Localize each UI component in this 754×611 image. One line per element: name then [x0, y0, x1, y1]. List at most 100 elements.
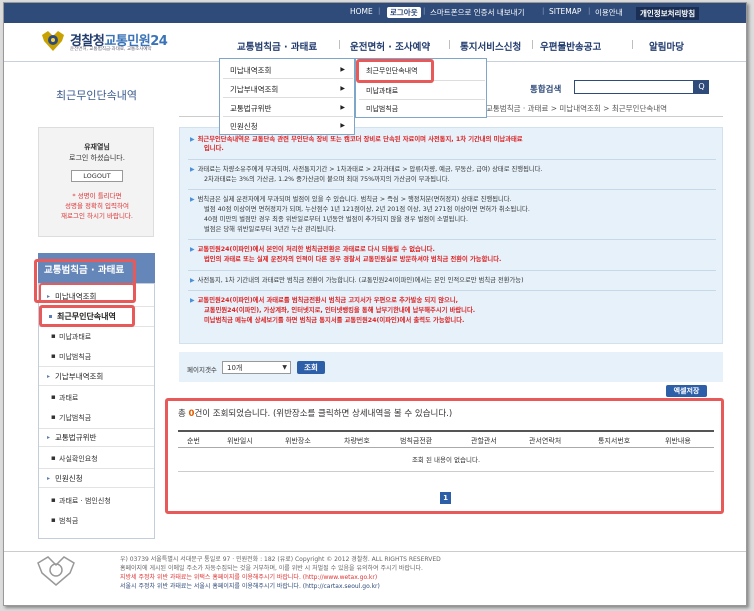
- page-size-select[interactable]: 10개 ▼: [222, 361, 291, 374]
- login-warning: 재로그인 하시기 바랍니다.: [61, 212, 133, 220]
- chevron-right-icon: ▶: [340, 66, 345, 73]
- chevron-down-icon: ▼: [282, 364, 287, 371]
- gnb-fines[interactable]: 교통범칙금 · 과태료: [237, 39, 317, 53]
- sidebar-item-unpaid-penalty[interactable]: 미납범칙금: [59, 352, 91, 362]
- gnb-notify[interactable]: 통지서비스신청: [460, 39, 521, 53]
- chevron-right-icon: ▶: [340, 85, 345, 92]
- bullet-icon: ▪: [51, 413, 56, 421]
- footer-seoul-notice: 서울시 주정차 위반 과태료는 서울시 홈페이지를 이용해주시기 바랍니다. (…: [120, 583, 380, 590]
- gnb-return-mail[interactable]: 우편물반송공고: [540, 39, 601, 53]
- sidebar-item-unpaid-fine[interactable]: 미납과태료: [59, 332, 91, 342]
- login-status-box: 유재열님 로그인 하셨습니다. LOGOUT * 성명이 틀리다면 성명을 정확…: [38, 127, 154, 237]
- breadcrumb: 교통범칙금 · 과태료 > 미납내역조회 > 최근무인단속내역: [486, 104, 668, 113]
- notice-text: 입니다.: [204, 145, 224, 152]
- sidebar-item-request[interactable]: 민원신청: [55, 473, 83, 484]
- sidebar-item-penalty-request[interactable]: 범칙금: [59, 516, 78, 526]
- sidebar-item-violation[interactable]: 교통법규위반: [55, 432, 96, 443]
- divider: [39, 385, 154, 386]
- privacy-link[interactable]: 개인정보처리방침: [636, 7, 700, 20]
- notice-text: 교통민원24(이파인), 가상계좌, 인터넷지로, 인터넷뱅킹을 통해 납부기한…: [204, 307, 476, 314]
- sidebar-item-paid-fine[interactable]: 과태료: [59, 393, 78, 403]
- notice-text: ▶ 과태료는 차량소유주에게 부과되며, 사전통지기간 > 1차과태료 > 2차과…: [190, 166, 543, 173]
- divider: |: [448, 40, 452, 50]
- gnb-dropdown-menu: 미납내역조회 ▶ 기납부내역조회 ▶ 교통법규위반 ▶ 민원신청 ▶: [219, 58, 355, 135]
- guide-link[interactable]: 이용안내: [595, 7, 623, 18]
- search-button[interactable]: 조회: [297, 361, 325, 374]
- chevron-right-icon: ▸: [47, 434, 51, 441]
- divider: |: [631, 40, 635, 50]
- notice-text: ▶ 범칙금은 실제 운전자에게 부과되며 벌점이 있을 수 있습니다. 범칙금 >…: [190, 196, 512, 203]
- home-link[interactable]: HOME: [350, 7, 373, 16]
- bullet-icon: ▪: [51, 496, 56, 504]
- police-emblem-icon: [37, 556, 75, 586]
- divider: [223, 97, 353, 98]
- bullet-icon: ▪: [51, 454, 56, 462]
- gnb-notice[interactable]: 알림마당: [649, 39, 684, 53]
- footer-address: 우) 03739 서울특별시 서대문구 통일로 97 · 민원전화 : 182 …: [120, 556, 441, 563]
- notice-text: 미납범칙금 메뉴에 상세보기를 하면 범칙금 통지서를 교통민원24(이파인)에…: [204, 317, 465, 324]
- notice-text: 벌점은 당해 위반일로부터 3년간 누산 관리됩니다.: [204, 226, 336, 233]
- notice-text: 2차과태료는 3%의 가산금, 1.2% 중가산금이 붙으며 최대 75%까지의…: [204, 176, 450, 183]
- police-emblem-icon[interactable]: [40, 29, 66, 53]
- divider: [188, 189, 716, 190]
- chevron-right-icon: ▶: [340, 122, 345, 129]
- notice-text: 벌점 40점 이상이면 면허정지가 되며, 누산점수 1년 121점이상, 2년…: [204, 206, 530, 213]
- login-warning: * 성명이 틀리다면: [72, 192, 122, 200]
- notice-text: 40점 미만의 벌점만 경우 최종 위반일로부터 1년동안 벌점이 추가되지 않…: [204, 216, 468, 223]
- divider: [188, 270, 716, 271]
- menu-item-request[interactable]: 민원신청: [230, 121, 258, 132]
- divider: [39, 446, 154, 447]
- bullet-icon: ▪: [51, 516, 56, 524]
- search-icon[interactable]: Q: [694, 80, 709, 94]
- divider: [188, 159, 716, 160]
- submenu-item-unpaid-penalty[interactable]: 미납범칙금: [366, 104, 398, 114]
- sidebar-item-paid-penalty[interactable]: 기납범칙금: [59, 413, 91, 423]
- notice-text: ▶ 교통민원24(이파인)에서 본인이 처리한 범칙금전환은 과태료로 다시 되돌…: [190, 246, 435, 253]
- divider: |: [423, 7, 426, 15]
- filter-bar: 페이지갯수 10개 ▼ 조회: [179, 352, 723, 382]
- logout-button[interactable]: LOGOUT: [71, 170, 123, 182]
- bullet-icon: ▪: [51, 352, 56, 360]
- divider: |: [378, 7, 381, 15]
- search-input[interactable]: [574, 80, 694, 94]
- highlight-box: [356, 59, 434, 83]
- divider: [39, 468, 154, 469]
- notice-text: ▶ 최근무인단속내역은 교통단속 관련 무인단속 장비 또는 캠코더 장비로 단속…: [190, 136, 523, 143]
- menu-item-violation[interactable]: 교통법규위반: [230, 103, 271, 114]
- bullet-icon: ▪: [51, 332, 56, 340]
- sidebar-item-paid[interactable]: 기납부내역조회: [55, 371, 103, 382]
- notice-text: ▶ 교통민원24(이파인)에서 과태료를 범칙금전환시 범칙금 고지서가 우편으로…: [190, 297, 459, 304]
- divider: |: [542, 7, 545, 15]
- divider: [39, 487, 154, 488]
- notice-text: 법인의 과태료 또는 실제 운전자의 인적이 다른 경우 경찰서 교통민원실로 …: [204, 256, 502, 263]
- chevron-right-icon: ▶: [340, 104, 345, 111]
- login-warning: 성명을 정확히 입력하여: [65, 202, 129, 210]
- divider: |: [588, 7, 591, 15]
- page-title: 최근무인단속내역: [56, 89, 137, 102]
- divider: |: [531, 40, 535, 50]
- bullet-icon: ▪: [51, 393, 56, 401]
- page-size-label: 페이지갯수: [187, 366, 217, 374]
- menu-item-paid[interactable]: 기납부내역조회: [230, 84, 278, 95]
- divider: [39, 428, 154, 429]
- login-message: 로그인 하셨습니다.: [69, 154, 125, 162]
- footer-email-notice: 홈페이지에 게시된 이메일 주소가 자동수집되는 것을 거부하며, 이를 위반 …: [120, 565, 423, 572]
- search-label: 통합검색: [530, 85, 562, 95]
- divider: [359, 99, 485, 100]
- notice-box: ▶ 최근무인단속내역은 교통단속 관련 무인단속 장비 또는 캠코더 장비로 단속…: [179, 127, 723, 344]
- sidebar-item-fine-request[interactable]: 과태료 · 범인신청: [59, 496, 111, 506]
- logout-link[interactable]: 로그아웃: [387, 7, 421, 18]
- divider: [223, 78, 353, 79]
- submenu-item-unpaid-fine[interactable]: 미납과태료: [366, 86, 398, 96]
- divider: [223, 116, 353, 117]
- sitemap-link[interactable]: SITEMAP: [549, 7, 581, 16]
- excel-export-button[interactable]: 엑셀저장: [666, 385, 707, 397]
- highlight-box: [39, 283, 135, 303]
- phone-cert-link[interactable]: 스마트폰으로 인증서 내보내기: [430, 7, 524, 18]
- menu-item-unpaid[interactable]: 미납내역조회: [230, 65, 271, 76]
- sidebar-item-fact-check[interactable]: 사실확인요청: [59, 454, 98, 464]
- divider: [39, 366, 154, 367]
- gnb-license[interactable]: 운전면허 · 조사예약: [350, 39, 430, 53]
- highlight-box: [39, 305, 135, 327]
- divider: |: [338, 40, 342, 50]
